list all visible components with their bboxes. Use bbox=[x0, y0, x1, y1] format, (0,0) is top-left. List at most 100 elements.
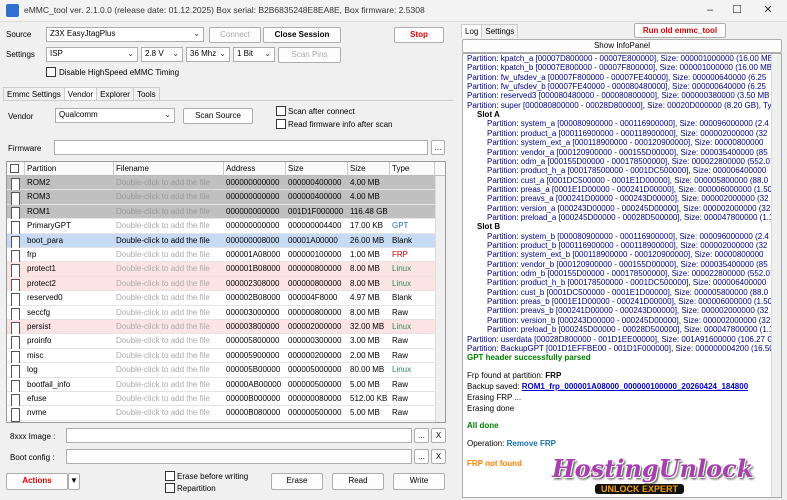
window-title: eMMC_tool ver. 2.1.0.0 (release date: 01… bbox=[24, 5, 425, 15]
cell-f[interactable]: Double-click to add the file bbox=[116, 363, 224, 377]
all-done-line: All done bbox=[467, 421, 499, 430]
header-size-hex[interactable]: Size bbox=[286, 162, 348, 176]
image-field[interactable] bbox=[66, 428, 412, 443]
bus-combo[interactable]: 1 Bit ⌄ bbox=[233, 47, 275, 62]
log-scrollbar[interactable] bbox=[771, 54, 781, 497]
boot-clear-button[interactable]: X bbox=[431, 449, 446, 464]
table-row[interactable]: protect1 Double-click to add the file 0000… bbox=[7, 262, 435, 279]
show-infopanel-button[interactable]: Show InfoPanel bbox=[462, 39, 782, 53]
clock-combo[interactable]: 36 Mhz ⌄ bbox=[186, 47, 230, 62]
table-row[interactable]: frp Double-click to add the file 000001A08… bbox=[7, 248, 435, 264]
cell-s: 000000300000 bbox=[288, 336, 342, 346]
table-row[interactable]: bootfail_info Double-click to add the fil… bbox=[7, 377, 435, 394]
write-button[interactable]: Write bbox=[393, 473, 445, 490]
table-row[interactable]: proinfo Double-click to add the file 00000… bbox=[7, 334, 435, 351]
erase-button[interactable]: Erase bbox=[271, 473, 323, 490]
image-clear-button[interactable]: X bbox=[431, 428, 446, 443]
cell-f[interactable]: Double-click to add the file bbox=[116, 378, 224, 392]
cell-a: 00000B000000 bbox=[226, 394, 281, 403]
header-partition[interactable]: Partition bbox=[25, 162, 114, 176]
scan-source-button[interactable]: Scan Source bbox=[183, 108, 253, 124]
row-checkbox[interactable] bbox=[11, 408, 20, 422]
cell-f[interactable]: Double-click to add the file bbox=[116, 190, 224, 204]
tab-divider bbox=[3, 100, 453, 101]
table-row[interactable]: ROM2 Double-click to add the file 00000000… bbox=[7, 176, 435, 192]
table-row[interactable]: ROM3 Double-click to add the file 00000000… bbox=[7, 190, 435, 207]
cell-f[interactable]: Double-click to add the file bbox=[116, 392, 224, 406]
run-old-tool-button[interactable]: Run old emmc_tool bbox=[634, 23, 726, 38]
select-all-checkbox[interactable] bbox=[10, 164, 19, 173]
table-row[interactable]: ROM1 Double-click to add the file 00000000… bbox=[7, 204, 435, 221]
tab-explorer[interactable]: Explorer bbox=[96, 87, 134, 101]
erase-before-checkbox[interactable] bbox=[165, 471, 175, 481]
header-address[interactable]: Address bbox=[224, 162, 286, 176]
tab-vendor[interactable]: Vendor bbox=[63, 87, 98, 101]
table-row[interactable]: nvme Double-click to add the file 00000B08… bbox=[7, 406, 435, 422]
firmware-field[interactable] bbox=[54, 140, 428, 155]
cell-f[interactable]: Double-click to add the file bbox=[116, 306, 224, 320]
backup-file-link[interactable]: ROM1_frp_000001A08000_000000100000_20260… bbox=[522, 382, 748, 391]
repartition-checkbox[interactable] bbox=[165, 483, 175, 493]
source-combo[interactable]: Z3X EasyJtagPlus ⌄ bbox=[46, 27, 204, 42]
voltage-combo[interactable]: 2.8 V ⌄ bbox=[141, 47, 183, 62]
header-size[interactable]: Size bbox=[348, 162, 390, 176]
minimize-icon[interactable]: – bbox=[701, 2, 719, 18]
cell-f[interactable]: Double-click to add the file bbox=[116, 248, 224, 262]
table-row[interactable]: log Double-click to add the file 000005B00… bbox=[7, 363, 435, 380]
cell-f[interactable]: Double-click to add the file bbox=[116, 205, 224, 219]
boot-browse-button[interactable]: ... bbox=[414, 449, 429, 464]
cell-t: GPT bbox=[392, 221, 409, 231]
cell-f[interactable]: Double-click to add the file bbox=[116, 349, 224, 363]
cell-f[interactable]: Double-click to add the file bbox=[116, 219, 224, 233]
close-session-button[interactable]: Close Session bbox=[263, 27, 341, 43]
table-scrollbar[interactable] bbox=[435, 176, 445, 422]
tab-log[interactable]: Log bbox=[461, 24, 483, 38]
table-row[interactable]: PrimaryGPT Double-click to add the file 00… bbox=[7, 219, 435, 236]
cell-f[interactable]: Double-click to add the file bbox=[116, 176, 224, 190]
actions-button[interactable]: Actions bbox=[6, 473, 68, 490]
table-row[interactable]: protect2 Double-click to add the file 0000… bbox=[7, 276, 435, 293]
table-row[interactable]: reserved0 Double-click to add the file 000… bbox=[7, 291, 435, 308]
watermark-sub: UNLOCK EXPERT bbox=[595, 484, 685, 494]
tab-tools[interactable]: Tools bbox=[132, 87, 160, 101]
cell-z: 32.00 MB bbox=[350, 322, 385, 331]
cell-f[interactable]: Double-click to add the file bbox=[116, 277, 224, 291]
close-window-icon[interactable]: ✕ bbox=[759, 2, 777, 18]
image-browse-button[interactable]: ... bbox=[414, 428, 429, 443]
tab-settings[interactable]: Settings bbox=[481, 24, 519, 38]
cell-f[interactable]: Double-click to add the file bbox=[116, 320, 224, 334]
scan-after-checkbox[interactable] bbox=[276, 106, 286, 116]
cell-f[interactable]: Double-click to add the file bbox=[116, 334, 224, 348]
stop-button[interactable]: Stop bbox=[394, 27, 444, 43]
cell-f[interactable]: Double-click to add the file bbox=[116, 406, 224, 420]
actions-dropdown[interactable]: ▼ bbox=[68, 473, 80, 490]
cell-t: Raw bbox=[392, 336, 409, 346]
log-line: Partition: preload_a [000245D00000 - 000… bbox=[487, 212, 774, 222]
cell-s: 000000800000 bbox=[288, 278, 342, 288]
table-row[interactable]: boot_para Double-click to add the file 000… bbox=[7, 233, 435, 250]
read-button[interactable]: Read bbox=[332, 473, 384, 490]
scan-pins-button[interactable]: Scan Pins bbox=[278, 47, 341, 63]
mode-combo[interactable]: ISP ⌄ bbox=[46, 47, 138, 62]
cell-f[interactable]: Double-click to add the file bbox=[116, 291, 224, 305]
connect-button[interactable]: Connect bbox=[209, 27, 261, 43]
read-fw-checkbox[interactable] bbox=[276, 119, 286, 129]
cell-f[interactable]: Double-click to add the file bbox=[116, 262, 224, 276]
highspeed-checkbox[interactable] bbox=[46, 67, 56, 77]
table-row[interactable]: seccfg Double-click to add the file 000003… bbox=[7, 305, 435, 322]
table-row[interactable]: persist Double-click to add the file 00000… bbox=[7, 320, 435, 336]
boot-config-field[interactable] bbox=[66, 449, 412, 464]
cell-a: 000000000000 bbox=[226, 221, 280, 231]
table-row[interactable]: misc Double-click to add the file 00000590… bbox=[7, 348, 435, 365]
header-filename[interactable]: Filename bbox=[114, 162, 224, 176]
cell-a: 000005900000 bbox=[226, 350, 280, 360]
cell-t: Raw bbox=[392, 350, 409, 360]
table-row[interactable]: efuse Double-click to add the file 00000B0… bbox=[7, 392, 435, 408]
firmware-browse-button[interactable]: ... bbox=[431, 140, 445, 155]
header-type[interactable]: Type bbox=[390, 162, 435, 176]
cell-z: 5.00 MB bbox=[350, 408, 380, 418]
cell-f[interactable]: Double-click to add the file bbox=[116, 234, 224, 248]
maximize-icon[interactable]: ☐ bbox=[728, 2, 746, 18]
tab-emmc-settings[interactable]: Emmc Settings bbox=[3, 87, 65, 101]
vendor-combo[interactable]: Qualcomm ⌄ bbox=[55, 108, 175, 123]
